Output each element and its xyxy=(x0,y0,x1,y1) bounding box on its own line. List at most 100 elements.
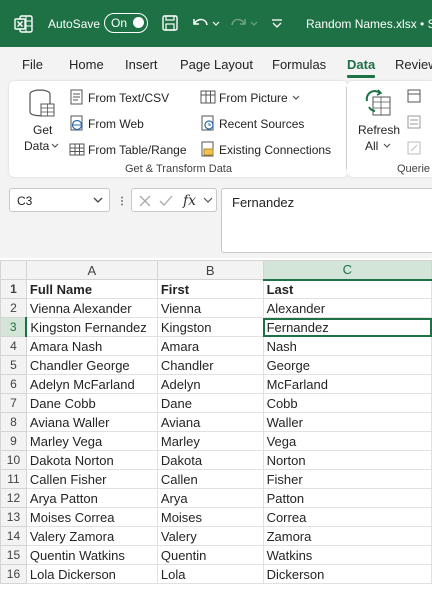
row-header-4[interactable]: 4 xyxy=(0,336,27,356)
cell-b5[interactable]: Chandler xyxy=(156,355,264,375)
cell-c4[interactable]: Nash xyxy=(262,336,432,356)
cell-b8[interactable]: Aviana xyxy=(156,412,264,432)
cell-b6[interactable]: Adelyn xyxy=(156,374,264,394)
tab-formulas[interactable]: Formulas xyxy=(272,57,326,72)
enter-check-icon[interactable] xyxy=(158,194,174,208)
existing-connections-button[interactable]: Existing Connections xyxy=(200,141,340,159)
cell-c7[interactable]: Cobb xyxy=(262,393,432,413)
recent-sources-button[interactable]: Recent Sources xyxy=(200,115,310,133)
undo-icon[interactable] xyxy=(190,13,220,33)
autosave-label: AutoSave xyxy=(48,17,101,31)
table-row: 9 Marley Vega Marley Vega xyxy=(0,431,432,451)
from-picture-button[interactable]: From Picture xyxy=(200,89,310,107)
cell-b16[interactable]: Lola xyxy=(156,564,264,584)
cell-c13[interactable]: Correa xyxy=(262,507,432,527)
tab-review[interactable]: Review xyxy=(395,57,432,72)
cell-a15[interactable]: Quentin Watkins xyxy=(25,545,158,565)
cell-a8[interactable]: Aviana Waller xyxy=(25,412,158,432)
cell-a2[interactable]: Vienna Alexander xyxy=(25,298,158,318)
cell-c5[interactable]: George xyxy=(262,355,432,375)
cell-a13[interactable]: Moises Correa xyxy=(25,507,158,527)
cell-a3[interactable]: Kingston Fernandez xyxy=(25,317,158,337)
cell-a6[interactable]: Adelyn McFarland xyxy=(25,374,158,394)
refresh-all-button[interactable]: Refresh All xyxy=(355,87,401,157)
cell-c8[interactable]: Waller xyxy=(262,412,432,432)
queries-connections-icon[interactable] xyxy=(407,89,421,103)
cell-c6[interactable]: McFarland xyxy=(262,374,432,394)
row-header-9[interactable]: 9 xyxy=(0,431,27,451)
cell-c14[interactable]: Zamora xyxy=(262,526,432,546)
from-web-button[interactable]: From Web xyxy=(69,115,189,133)
cell-c1[interactable]: Last xyxy=(262,279,432,299)
cell-c11[interactable]: Fisher xyxy=(262,469,432,489)
tab-page-layout[interactable]: Page Layout xyxy=(180,57,253,72)
cell-c15[interactable]: Watkins xyxy=(262,545,432,565)
more-options-icon[interactable] xyxy=(119,196,125,206)
from-table-range-button[interactable]: From Table/Range xyxy=(69,141,199,159)
row-header-6[interactable]: 6 xyxy=(0,374,27,394)
cell-b14[interactable]: Valery xyxy=(156,526,264,546)
customize-toolbar-icon[interactable] xyxy=(268,13,290,33)
cell-a1[interactable]: Full Name xyxy=(25,279,158,299)
cell-b12[interactable]: Arya xyxy=(156,488,264,508)
cell-a5[interactable]: Chandler George xyxy=(25,355,158,375)
cell-b9[interactable]: Marley xyxy=(156,431,264,451)
tab-file[interactable]: File xyxy=(22,57,43,72)
cell-c16[interactable]: Dickerson xyxy=(262,564,432,584)
cell-b10[interactable]: Dakota xyxy=(156,450,264,470)
row-header-8[interactable]: 8 xyxy=(0,412,27,432)
insert-function-icon[interactable]: fx xyxy=(182,192,202,208)
row-header-1[interactable]: 1 xyxy=(0,279,27,299)
row-header-13[interactable]: 13 xyxy=(0,507,27,527)
tab-insert[interactable]: Insert xyxy=(125,57,158,72)
cell-b11[interactable]: Callen xyxy=(156,469,264,489)
get-data-button[interactable]: Get Data xyxy=(19,87,63,157)
row-header-14[interactable]: 14 xyxy=(0,526,27,546)
column-header-c[interactable]: C xyxy=(262,260,432,281)
cell-a14[interactable]: Valery Zamora xyxy=(25,526,158,546)
cell-c2[interactable]: Alexander xyxy=(262,298,432,318)
row-header-16[interactable]: 16 xyxy=(0,564,27,584)
cell-a16[interactable]: Lola Dickerson xyxy=(25,564,158,584)
cell-c12[interactable]: Patton xyxy=(262,488,432,508)
name-box[interactable]: C3 xyxy=(9,188,110,212)
cell-b1[interactable]: First xyxy=(156,279,264,299)
row-header-7[interactable]: 7 xyxy=(0,393,27,413)
row-header-2[interactable]: 2 xyxy=(0,298,27,318)
autosave-toggle[interactable]: On xyxy=(104,13,148,33)
cell-b4[interactable]: Amara xyxy=(156,336,264,356)
column-header-b[interactable]: B xyxy=(156,260,264,280)
cell-b3[interactable]: Kingston xyxy=(156,317,264,337)
cell-a12[interactable]: Arya Patton xyxy=(25,488,158,508)
cell-b2[interactable]: Vienna xyxy=(156,298,264,318)
cell-b13[interactable]: Moises xyxy=(156,507,264,527)
cell-a9[interactable]: Marley Vega xyxy=(25,431,158,451)
cell-c3[interactable]: Fernandez xyxy=(262,317,432,337)
cell-a11[interactable]: Callen Fisher xyxy=(25,469,158,489)
refresh-label-1: Refresh xyxy=(358,123,401,137)
row-header-15[interactable]: 15 xyxy=(0,545,27,565)
formula-input[interactable]: Fernandez xyxy=(221,188,432,253)
cell-c9[interactable]: Vega xyxy=(262,431,432,451)
select-all-corner[interactable] xyxy=(0,260,27,280)
tab-home[interactable]: Home xyxy=(69,57,104,72)
cancel-icon[interactable] xyxy=(138,194,152,208)
cell-a4[interactable]: Amara Nash xyxy=(25,336,158,356)
from-text-csv-button[interactable]: From Text/CSV xyxy=(69,89,189,107)
cell-a7[interactable]: Dane Cobb xyxy=(25,393,158,413)
row-header-10[interactable]: 10 xyxy=(0,450,27,470)
cell-b15[interactable]: Quentin xyxy=(156,545,264,565)
row-header-3[interactable]: 3 xyxy=(0,317,28,337)
row-header-5[interactable]: 5 xyxy=(0,355,27,375)
edit-links-icon[interactable] xyxy=(407,141,421,155)
properties-icon[interactable] xyxy=(407,115,421,129)
tab-data[interactable]: Data xyxy=(347,57,375,72)
row-header-11[interactable]: 11 xyxy=(0,469,27,489)
cell-a10[interactable]: Dakota Norton xyxy=(25,450,158,470)
row-header-12[interactable]: 12 xyxy=(0,488,27,508)
redo-icon[interactable] xyxy=(228,13,258,33)
cell-b7[interactable]: Dane xyxy=(156,393,264,413)
cell-c10[interactable]: Norton xyxy=(262,450,432,470)
save-icon[interactable] xyxy=(161,13,179,33)
column-header-a[interactable]: A xyxy=(25,260,158,280)
